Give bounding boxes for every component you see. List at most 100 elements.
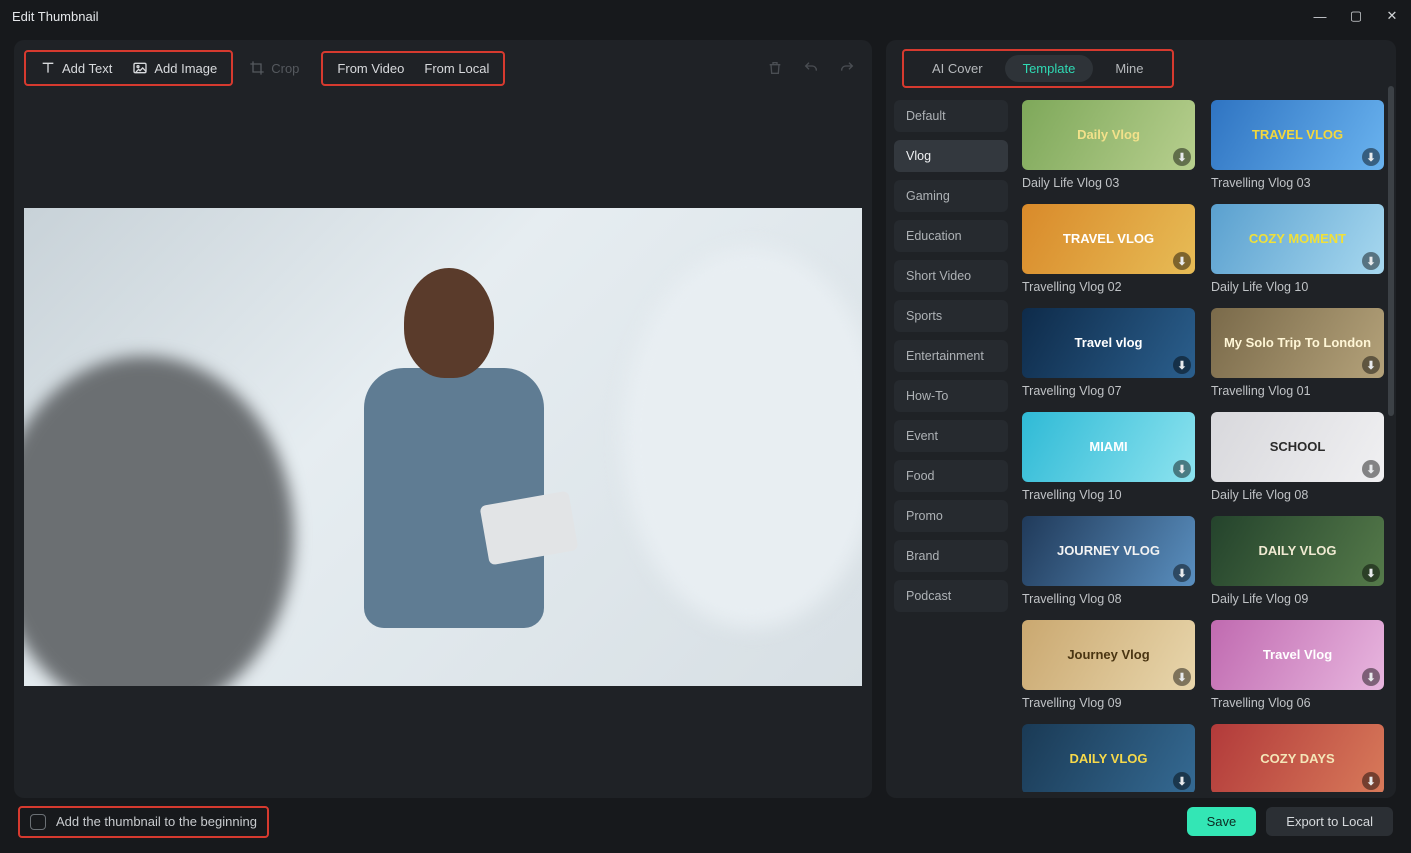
template-overlay-text: TRAVEL VLOG	[1057, 232, 1160, 246]
template-item[interactable]: Journey Vlog⬇Travelling Vlog 09	[1022, 620, 1195, 710]
category-item[interactable]: Short Video	[894, 260, 1008, 292]
template-item[interactable]: TRAVEL VLOG ⬇ Travelling Vlog 02	[1022, 204, 1195, 294]
template-thumb[interactable]: Daily Vlog ⬇	[1022, 100, 1195, 170]
template-item[interactable]: DAILY VLOG⬇ Daily Life Vlog 09	[1211, 516, 1384, 606]
from-local-button[interactable]: From Local	[414, 55, 499, 82]
add-image-button[interactable]: Add Image	[122, 54, 227, 82]
download-icon[interactable]: ⬇	[1362, 772, 1380, 790]
canvas-area	[14, 96, 872, 798]
template-item[interactable]: DAILY VLOG⬇	[1022, 724, 1195, 792]
template-overlay-text: COZY DAYS	[1254, 752, 1340, 766]
category-item[interactable]: Food	[894, 460, 1008, 492]
category-item[interactable]: Promo	[894, 500, 1008, 532]
editor-toolbar: Add Text Add Image Crop From Video From …	[14, 40, 872, 96]
tab-ai-cover[interactable]: AI Cover	[914, 55, 1001, 82]
from-video-button[interactable]: From Video	[327, 55, 414, 82]
scrollbar-thumb[interactable]	[1388, 86, 1394, 416]
tab-mine[interactable]: Mine	[1097, 55, 1161, 82]
export-button[interactable]: Export to Local	[1266, 807, 1393, 836]
template-overlay-text: TRAVEL VLOG	[1246, 128, 1349, 142]
category-item[interactable]: Event	[894, 420, 1008, 452]
download-icon[interactable]: ⬇	[1173, 356, 1191, 374]
template-overlay-text: Journey Vlog	[1061, 648, 1155, 662]
template-item[interactable]: COZY MOMENT⬇Daily Life Vlog 10	[1211, 204, 1384, 294]
download-icon[interactable]: ⬇	[1362, 148, 1380, 166]
category-item[interactable]: Gaming	[894, 180, 1008, 212]
category-list: Default Vlog Gaming Education Short Video Spo…	[892, 96, 1010, 792]
highlight-footer-checkbox: Add the thumbnail to the beginning	[18, 806, 269, 838]
template-label: Daily Life Vlog 09	[1211, 592, 1384, 606]
download-icon[interactable]: ⬇	[1173, 148, 1191, 166]
category-item[interactable]: Vlog	[894, 140, 1008, 172]
category-item[interactable]: Brand	[894, 540, 1008, 572]
template-overlay-text: Travel Vlog	[1257, 648, 1338, 662]
titlebar: Edit Thumbnail — ▢ ✕	[0, 0, 1411, 32]
template-label: Daily Life Vlog 03	[1022, 176, 1195, 190]
save-button[interactable]: Save	[1187, 807, 1257, 836]
close-icon[interactable]: ✕	[1385, 8, 1399, 24]
template-item[interactable]: Travel vlog⬇Travelling Vlog 07	[1022, 308, 1195, 398]
template-thumb[interactable]: Travel vlog ⬇	[1022, 308, 1195, 378]
thumbnail-canvas[interactable]	[24, 208, 862, 686]
minimize-icon[interactable]: —	[1313, 9, 1327, 24]
category-item[interactable]: Default	[894, 100, 1008, 132]
template-item[interactable]: Travel Vlog⬇Travelling Vlog 06	[1211, 620, 1384, 710]
crop-button: Crop	[239, 54, 309, 82]
template-item[interactable]: My Solo Trip To London⬇Travelling Vlog 0…	[1211, 308, 1384, 398]
add-to-beginning-checkbox[interactable]	[30, 814, 46, 830]
template-thumb[interactable]: Travel Vlog ⬇	[1211, 620, 1384, 690]
image-icon	[132, 60, 148, 76]
undo-button	[796, 53, 826, 83]
template-label: Travelling Vlog 02	[1022, 280, 1195, 294]
template-thumb[interactable]: COZY DAYS ⬇	[1211, 724, 1384, 792]
template-label: Daily Life Vlog 08	[1211, 488, 1384, 502]
download-icon[interactable]: ⬇	[1362, 252, 1380, 270]
highlight-toolbar-left: Add Text Add Image	[24, 50, 233, 86]
template-overlay-text: Travel vlog	[1069, 336, 1149, 350]
template-thumb[interactable]: TRAVEL VLOG ⬇	[1211, 100, 1384, 170]
template-thumb[interactable]: TRAVEL VLOG ⬇	[1022, 204, 1195, 274]
download-icon[interactable]: ⬇	[1362, 668, 1380, 686]
category-item[interactable]: Sports	[894, 300, 1008, 332]
template-thumb[interactable]: DAILY VLOG⬇	[1022, 724, 1195, 792]
download-icon[interactable]: ⬇	[1173, 668, 1191, 686]
template-item[interactable]: Daily Vlog ⬇ Daily Life Vlog 03	[1022, 100, 1195, 190]
editor-panel: Add Text Add Image Crop From Video From …	[14, 40, 872, 798]
template-overlay-text: Daily Vlog	[1071, 128, 1146, 142]
crop-icon	[249, 60, 265, 76]
template-item[interactable]: COZY DAYS ⬇	[1211, 724, 1384, 792]
download-icon[interactable]: ⬇	[1362, 460, 1380, 478]
template-overlay-text: SCHOOL	[1264, 440, 1332, 454]
download-icon[interactable]: ⬇	[1362, 564, 1380, 582]
category-item[interactable]: How-To	[894, 380, 1008, 412]
add-text-button[interactable]: Add Text	[30, 54, 122, 82]
crop-label: Crop	[271, 61, 299, 76]
template-thumb[interactable]: My Solo Trip To London⬇	[1211, 308, 1384, 378]
template-tabs: AI Cover Template Mine	[914, 55, 1162, 82]
download-icon[interactable]: ⬇	[1173, 460, 1191, 478]
template-overlay-text: MIAMI	[1083, 440, 1133, 454]
category-item[interactable]: Podcast	[894, 580, 1008, 612]
template-item[interactable]: TRAVEL VLOG ⬇ Travelling Vlog 03	[1211, 100, 1384, 190]
template-thumb[interactable]: MIAMI ⬇	[1022, 412, 1195, 482]
add-image-label: Add Image	[154, 61, 217, 76]
category-item[interactable]: Education	[894, 220, 1008, 252]
template-label: Travelling Vlog 03	[1211, 176, 1384, 190]
template-item[interactable]: SCHOOL ⬇ Daily Life Vlog 08	[1211, 412, 1384, 502]
template-tabs-row: AI Cover Template Mine	[886, 40, 1396, 96]
maximize-icon[interactable]: ▢	[1349, 8, 1363, 24]
undo-icon	[803, 60, 819, 76]
template-thumb[interactable]: SCHOOL ⬇	[1211, 412, 1384, 482]
template-item[interactable]: JOURNEY VLOG⬇Travelling Vlog 08	[1022, 516, 1195, 606]
template-item[interactable]: MIAMI⬇Travelling Vlog 10	[1022, 412, 1195, 502]
tab-template[interactable]: Template	[1005, 55, 1094, 82]
download-icon[interactable]: ⬇	[1173, 564, 1191, 582]
template-thumb[interactable]: JOURNEY VLOG⬇	[1022, 516, 1195, 586]
download-icon[interactable]: ⬇	[1173, 772, 1191, 790]
template-thumb[interactable]: DAILY VLOG⬇	[1211, 516, 1384, 586]
template-thumb[interactable]: COZY MOMENT⬇	[1211, 204, 1384, 274]
category-item[interactable]: Entertainment	[894, 340, 1008, 372]
template-thumb[interactable]: Journey Vlog ⬇	[1022, 620, 1195, 690]
download-icon[interactable]: ⬇	[1362, 356, 1380, 374]
download-icon[interactable]: ⬇	[1173, 252, 1191, 270]
